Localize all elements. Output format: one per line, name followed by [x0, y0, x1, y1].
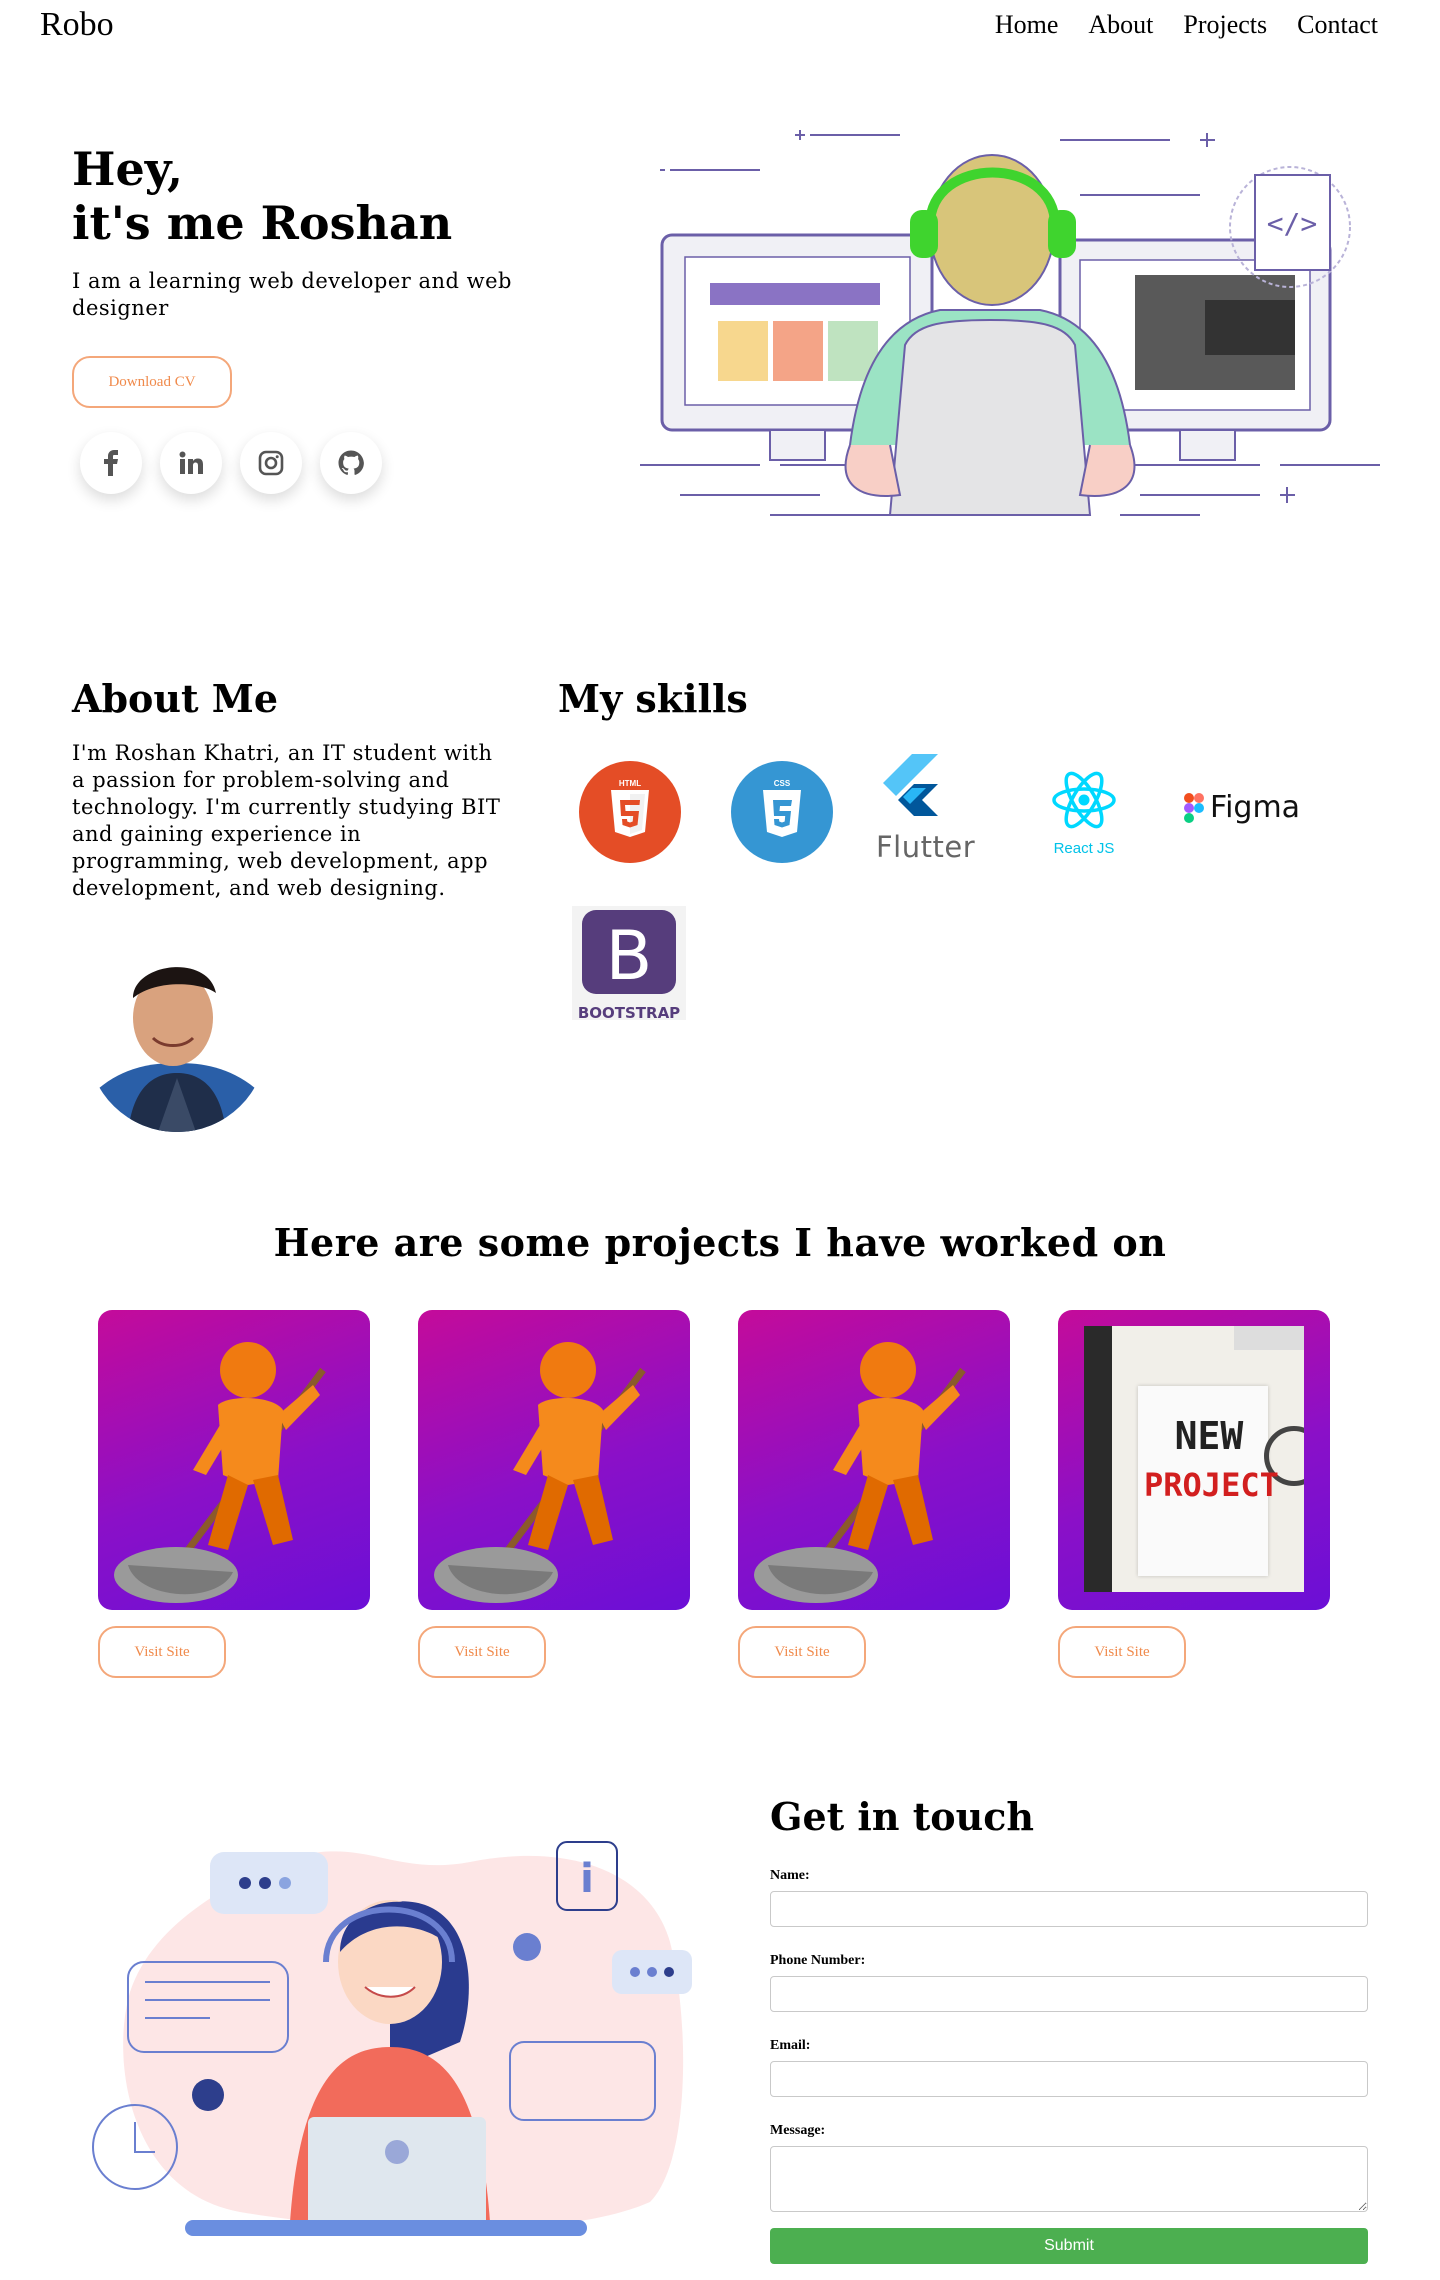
about-description: I'm Roshan Khatri, an IT student with a … [72, 741, 501, 900]
flutter-label: Flutter [876, 830, 976, 864]
mop-figure-image [114, 1342, 326, 1603]
hero-line-2: it's me Roshan [72, 196, 453, 250]
linkedin-icon [179, 451, 203, 474]
name-input[interactable] [770, 1891, 1368, 1927]
developer-illustration: </> [640, 130, 1380, 516]
contact-heading: Get in touch [770, 1794, 1034, 1839]
profile-photo [88, 938, 266, 1132]
about-heading: About Me [72, 676, 279, 721]
svg-text:B: B [606, 917, 653, 996]
new-project-image: NEW PROJECT [1084, 1326, 1304, 1592]
submit-button[interactable]: Submit [770, 2228, 1368, 2264]
skill-figma: Figma [1184, 790, 1300, 825]
svg-text:</>: </> [1267, 207, 1318, 240]
email-input[interactable] [770, 2061, 1368, 2097]
facebook-icon [104, 450, 118, 476]
nav-menu: Home About Projects Contact [995, 10, 1378, 40]
instagram-link[interactable] [240, 432, 302, 494]
nav-link-about[interactable]: About [1088, 10, 1153, 40]
visit-site-button-1[interactable]: Visit Site [98, 1626, 226, 1678]
css3-label: CSS [774, 779, 791, 788]
react-label: React JS [1053, 840, 1115, 857]
name-label: Name: [770, 1868, 810, 1883]
support-agent-illustration: i [92, 1841, 692, 2236]
nav-link-home[interactable]: Home [995, 10, 1059, 40]
project-card-4: NEW PROJECT [1058, 1310, 1330, 1610]
linkedin-link[interactable] [160, 432, 222, 494]
visit-site-button-2[interactable]: Visit Site [418, 1626, 546, 1678]
skill-css: CSS [730, 760, 834, 868]
navbar: Robo Home About Projects Contact [0, 0, 1440, 54]
project-card-1 [98, 1310, 370, 1610]
visit-site-button-4[interactable]: Visit Site [1058, 1626, 1186, 1678]
skill-react: React JS [1050, 758, 1118, 857]
nav-link-contact[interactable]: Contact [1297, 10, 1378, 40]
phone-input[interactable] [770, 1976, 1368, 2012]
flutter-icon [883, 754, 938, 816]
projects-heading: Here are some projects I have worked on [273, 1220, 1167, 1265]
bootstrap-icon: B [582, 910, 676, 996]
figma-icon [1184, 792, 1204, 823]
css3-icon: CSS [731, 761, 833, 863]
facebook-link[interactable] [80, 432, 142, 494]
bootstrap-label: BOOTSTRAP [577, 1004, 681, 1022]
social-links [80, 432, 382, 494]
figma-label: Figma [1210, 790, 1301, 825]
instagram-icon [258, 450, 284, 476]
mop-figure-image [434, 1342, 646, 1603]
skill-flutter: Flutter [876, 752, 996, 864]
skill-bootstrap: B BOOTSTRAP [572, 906, 686, 1022]
github-link[interactable] [320, 432, 382, 494]
phone-label: Phone Number: [770, 1953, 866, 1968]
github-icon [338, 450, 364, 475]
brand-logo[interactable]: Robo [40, 6, 114, 44]
mop-figure-image [754, 1342, 966, 1603]
message-label: Message: [770, 2123, 826, 2138]
skill-html: HTML [578, 760, 682, 868]
new-project-text-line1: NEW [1174, 1414, 1244, 1458]
email-label: Email: [770, 2038, 811, 2053]
html5-icon: HTML [579, 761, 681, 863]
project-card-2 [418, 1310, 690, 1610]
nav-link-projects[interactable]: Projects [1183, 10, 1267, 40]
message-textarea[interactable] [770, 2146, 1368, 2212]
hero-heading: Hey, it's me Roshan [72, 142, 452, 250]
visit-site-button-3[interactable]: Visit Site [738, 1626, 866, 1678]
hero-subtitle: I am a learning web developer and web de… [72, 269, 512, 320]
skills-heading: My skills [558, 676, 748, 721]
project-card-3 [738, 1310, 1010, 1610]
react-icon [1052, 771, 1116, 829]
svg-text:i: i [580, 1856, 594, 1902]
hero-line-1: Hey, [72, 142, 184, 196]
download-cv-button[interactable]: Download CV [72, 356, 232, 408]
html5-label: HTML [619, 779, 641, 788]
new-project-text-line2: PROJECT [1144, 1466, 1279, 1504]
